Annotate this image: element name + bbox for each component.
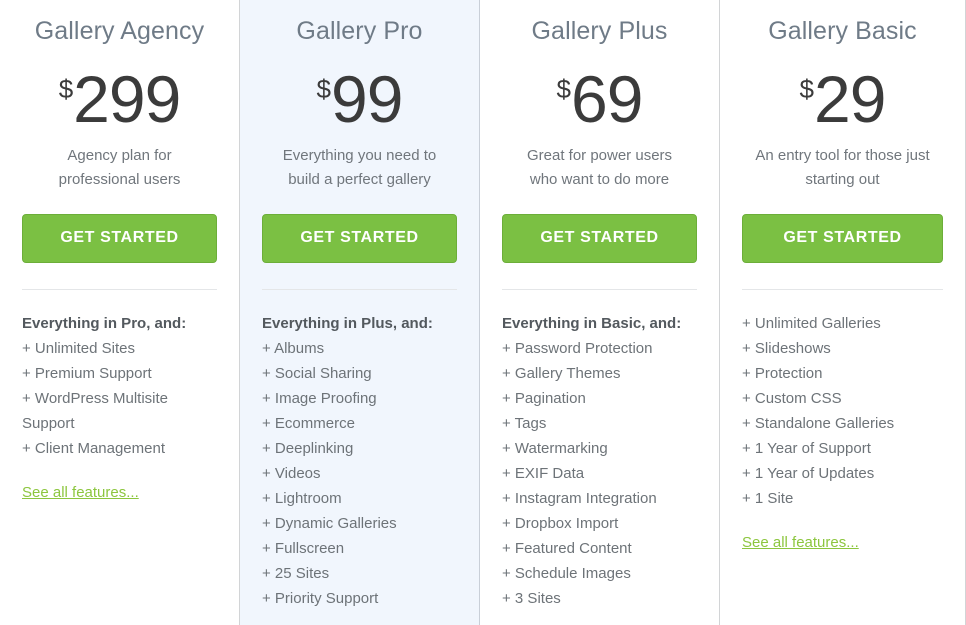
plan-price: $99 bbox=[262, 66, 457, 138]
feature-item: + Custom CSS bbox=[742, 390, 842, 407]
plan-description: Everything you need to build a perfect g… bbox=[282, 147, 437, 188]
plan-title: Gallery Basic bbox=[768, 17, 917, 45]
feature-item: + Watermarking bbox=[502, 440, 608, 457]
feature-item: + WordPress Multisite Support bbox=[22, 390, 169, 432]
feature-item: + Client Management bbox=[22, 440, 165, 457]
get-started-button[interactable]: GET STARTED bbox=[502, 214, 697, 263]
feature-item: + Social Sharing bbox=[262, 365, 372, 382]
cta-container: GET STARTED bbox=[22, 214, 217, 263]
plan-title: Gallery Pro bbox=[296, 17, 423, 45]
plan-description: An entry tool for those just starting ou… bbox=[755, 147, 930, 188]
feature-item: + Ecommerce bbox=[262, 415, 355, 432]
feature-item: + Fullscreen bbox=[262, 540, 345, 557]
plan-title: Gallery Agency bbox=[34, 17, 205, 45]
feature-item: + EXIF Data bbox=[502, 465, 585, 482]
feature-item: + Premium Support bbox=[22, 365, 152, 382]
feature-item: + Videos bbox=[262, 465, 321, 482]
feature-item: + Deeplinking bbox=[262, 440, 354, 457]
feature-item: + Tags bbox=[502, 415, 547, 432]
feature-item: + Protection bbox=[742, 365, 823, 382]
feature-item: + Unlimited Galleries bbox=[742, 315, 881, 332]
feature-list: Everything in Basic, and: + Password Prot… bbox=[502, 290, 697, 611]
get-started-button[interactable]: GET STARTED bbox=[262, 214, 457, 263]
feature-item: + Featured Content bbox=[502, 540, 632, 557]
see-all-features-container: See all features... bbox=[742, 511, 943, 554]
see-all-features-link[interactable]: See all features... bbox=[742, 534, 859, 551]
plan-description: Great for power users who want to do mor… bbox=[526, 147, 673, 188]
feature-item: + Priority Support bbox=[262, 590, 379, 607]
plan-column-1: Gallery Pro $99 Everything you need to b… bbox=[240, 0, 480, 625]
get-started-button[interactable]: GET STARTED bbox=[22, 214, 217, 263]
plan-column-3: Gallery Basic $29 An entry tool for thos… bbox=[720, 0, 966, 625]
feature-item: + Dynamic Galleries bbox=[262, 515, 397, 532]
plan-price: $69 bbox=[502, 66, 697, 138]
feature-item: + Unlimited Sites bbox=[22, 340, 135, 357]
feature-item: + 3 Sites bbox=[502, 590, 561, 607]
cta-container: GET STARTED bbox=[502, 214, 697, 263]
feature-item: + Instagram Integration bbox=[502, 490, 657, 507]
feature-item: + 1 Year of Updates bbox=[742, 465, 875, 482]
feature-item: + Gallery Themes bbox=[502, 365, 621, 382]
feature-item: + 1 Year of Support bbox=[742, 440, 871, 457]
price-amount: 69 bbox=[571, 62, 643, 136]
see-all-features-container: See all features... bbox=[22, 461, 217, 504]
plan-column-2: Gallery Plus $69 Great for power users w… bbox=[480, 0, 720, 625]
feature-item: + 25 Sites bbox=[262, 565, 330, 582]
feature-item: + Slideshows bbox=[742, 340, 831, 357]
cta-container: GET STARTED bbox=[262, 214, 457, 263]
plan-column-0: Gallery Agency $299 Agency plan for prof… bbox=[0, 0, 240, 625]
price-currency-symbol: $ bbox=[316, 74, 332, 104]
plan-description: Agency plan for professional users bbox=[58, 147, 181, 188]
feature-item: + Dropbox Import bbox=[502, 515, 619, 532]
feature-list: + Unlimited Galleries + Slideshows + Prote… bbox=[742, 290, 943, 511]
plan-price: $29 bbox=[742, 66, 943, 138]
price-amount: 29 bbox=[814, 62, 886, 136]
price-currency-symbol: $ bbox=[58, 74, 74, 104]
get-started-button[interactable]: GET STARTED bbox=[742, 214, 943, 263]
feature-list-heading: Everything in Pro, and: bbox=[22, 315, 187, 332]
feature-item: + 1 Site bbox=[742, 490, 794, 507]
feature-list-heading: Everything in Basic, and: bbox=[502, 315, 682, 332]
feature-item: + Image Proofing bbox=[262, 390, 377, 407]
price-currency-symbol: $ bbox=[556, 74, 572, 104]
feature-item: + Password Protection bbox=[502, 340, 653, 357]
feature-item: + Lightroom bbox=[262, 490, 342, 507]
see-all-features-link[interactable]: See all features... bbox=[22, 484, 139, 501]
feature-item: + Pagination bbox=[502, 390, 586, 407]
cta-container: GET STARTED bbox=[742, 214, 943, 263]
price-amount: 99 bbox=[331, 62, 403, 136]
feature-list: Everything in Pro, and: + Unlimited Sites… bbox=[22, 290, 217, 461]
feature-list-heading: Everything in Plus, and: bbox=[262, 315, 433, 332]
feature-item: + Standalone Galleries bbox=[742, 415, 895, 432]
pricing-table: Gallery Agency $299 Agency plan for prof… bbox=[0, 0, 966, 625]
plan-title: Gallery Plus bbox=[531, 17, 668, 45]
feature-item: + Schedule Images bbox=[502, 565, 631, 582]
feature-item: + Albums bbox=[262, 340, 325, 357]
feature-list: Everything in Plus, and: + Albums + Social… bbox=[262, 290, 457, 611]
price-amount: 299 bbox=[73, 62, 181, 136]
price-currency-symbol: $ bbox=[799, 74, 815, 104]
plan-price: $299 bbox=[22, 66, 217, 138]
